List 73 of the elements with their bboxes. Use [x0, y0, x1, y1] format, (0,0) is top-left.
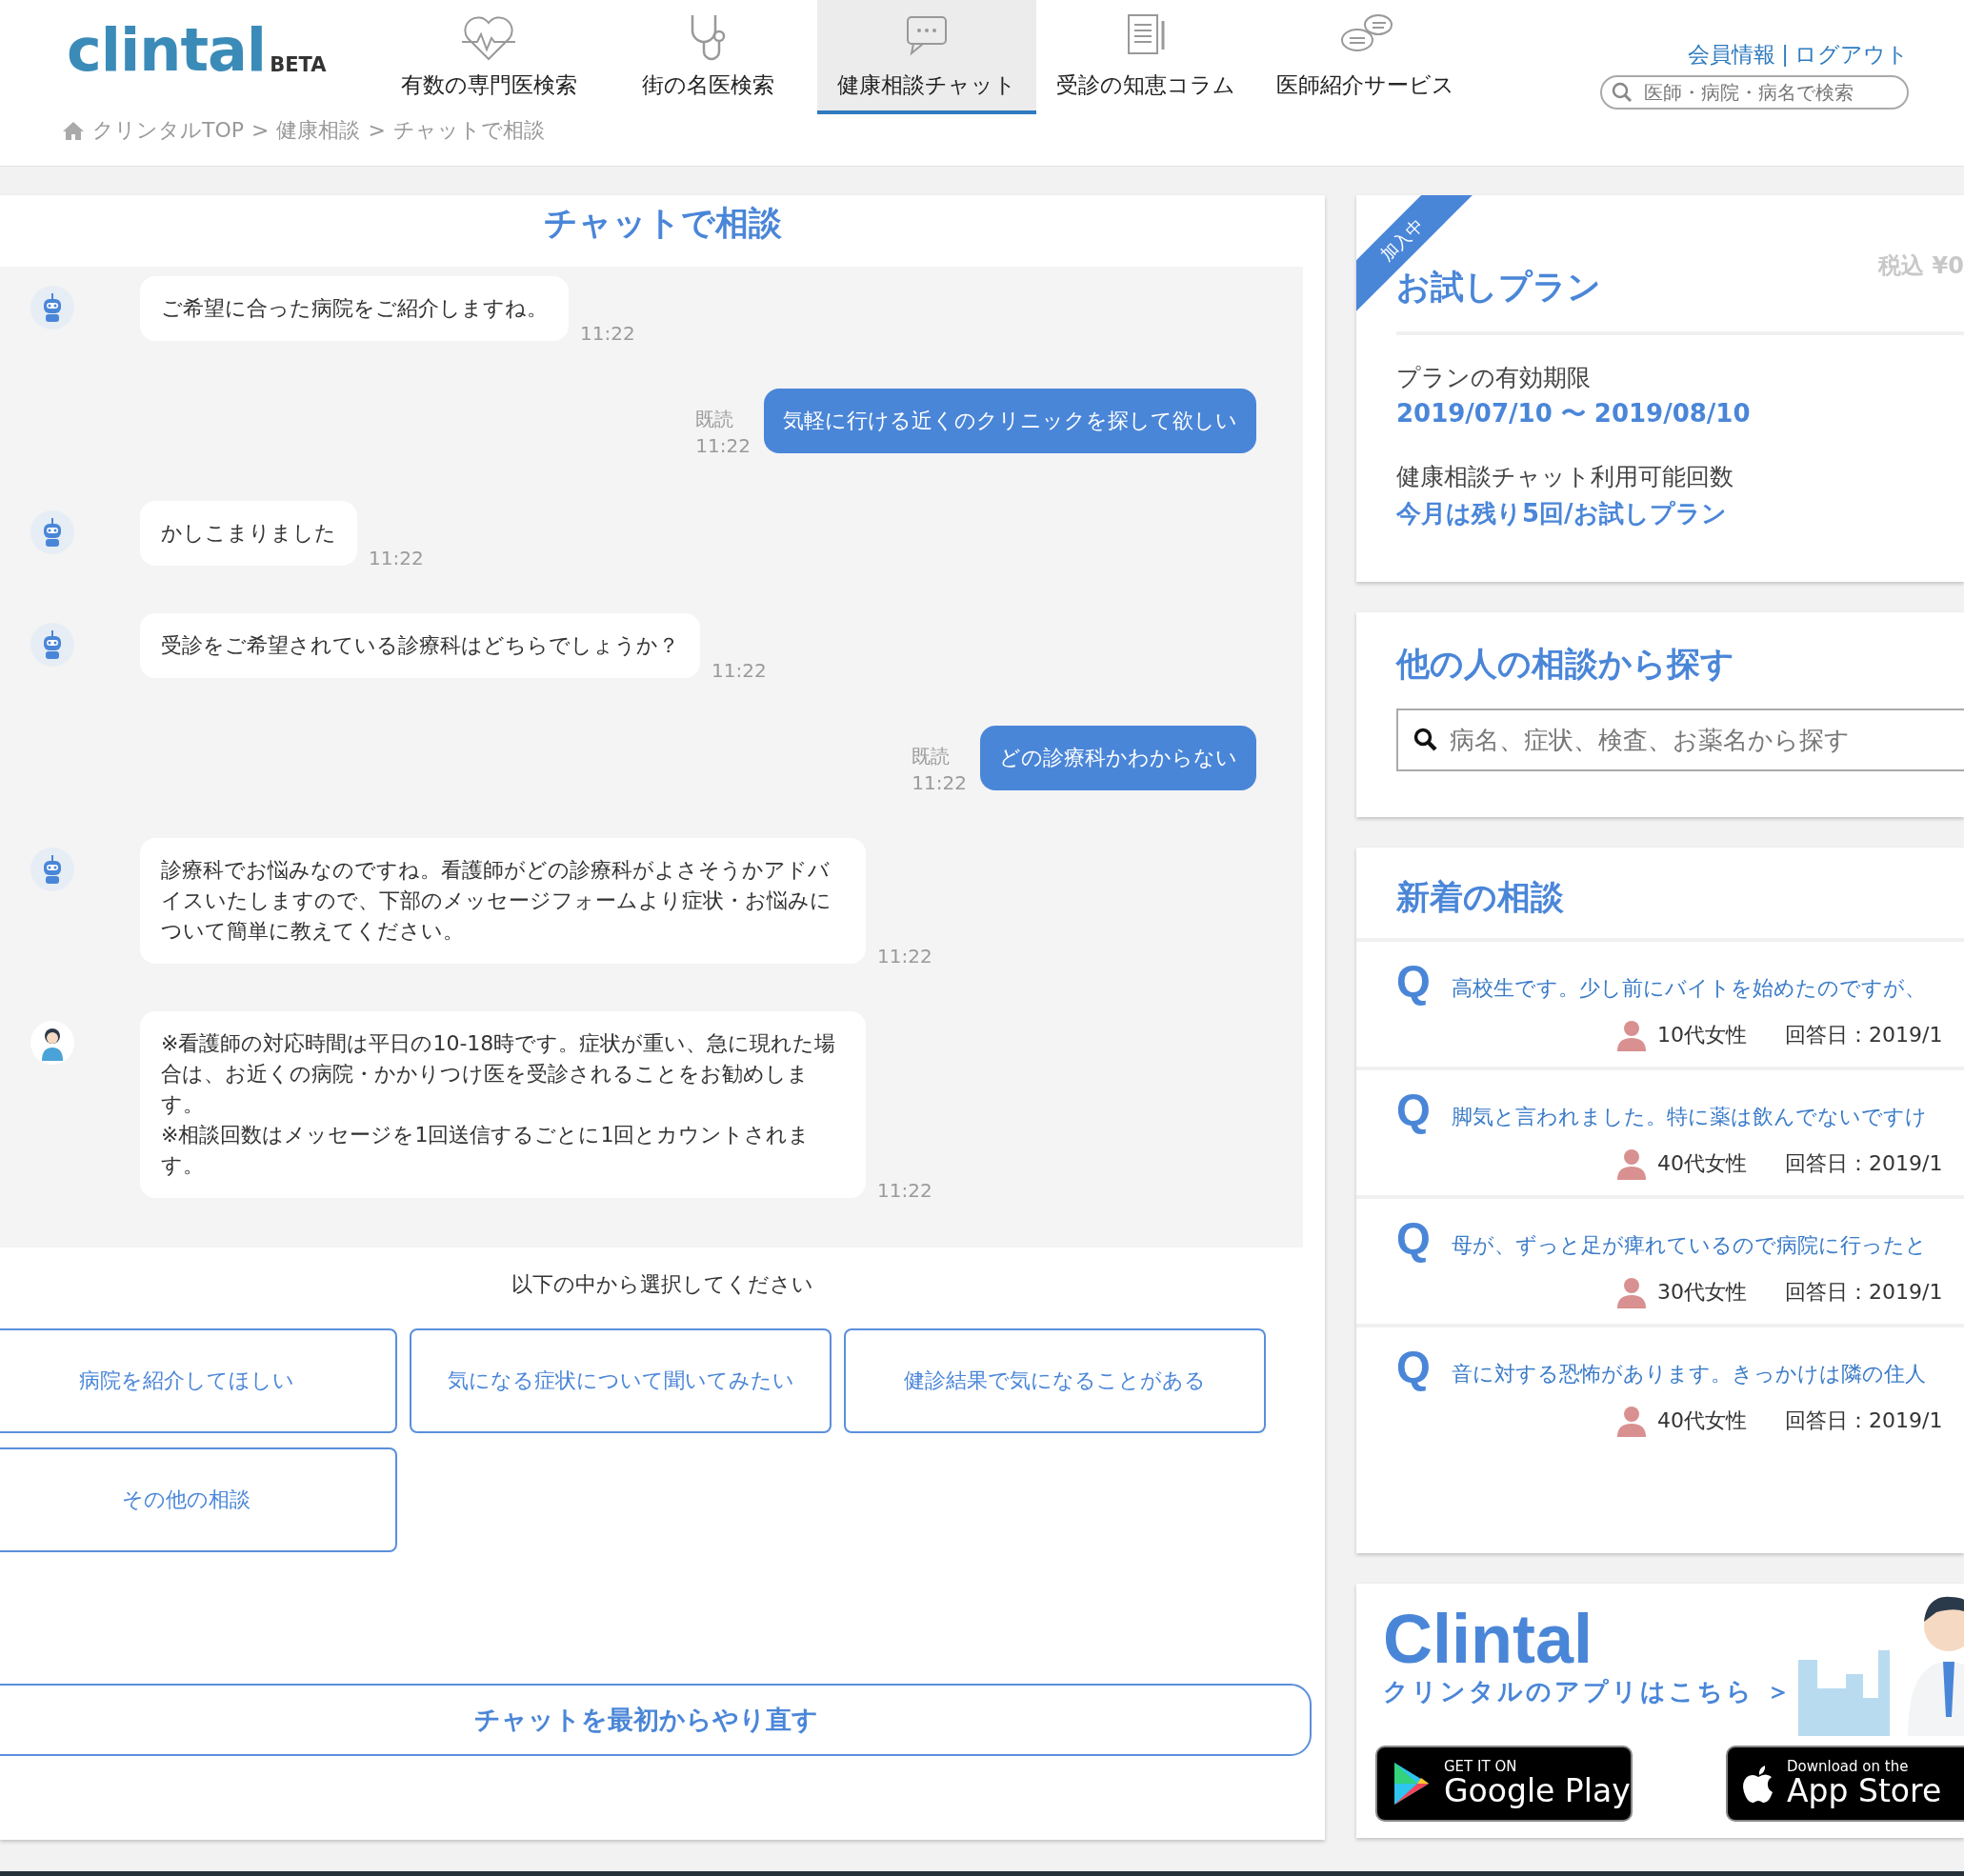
question-link[interactable]: 音に対する恐怖があります。きっかけは隣の住人	[1451, 1357, 1926, 1389]
question-link[interactable]: 高校生です。少し前にバイトを始めたのですが、	[1451, 971, 1926, 1004]
prompt-text: 以下の中から選択してください	[511, 1271, 814, 1298]
message-time: 11:22	[877, 1178, 932, 1204]
breadcrumb-separator: >	[251, 117, 270, 144]
breadcrumb-link[interactable]: 健康相談	[276, 114, 361, 146]
home-icon	[62, 119, 85, 141]
answer-date: 回答日：2019/1	[1785, 1407, 1943, 1434]
answer-date: 回答日：2019/1	[1785, 1279, 1943, 1306]
chat-title: チャットで相談	[542, 203, 783, 244]
search-icon	[1413, 727, 1438, 752]
store-badge[interactable]: GET IT ON Google Play	[1375, 1746, 1633, 1822]
author-label: 10代女性	[1657, 1022, 1747, 1048]
nurse-avatar-icon	[30, 1021, 74, 1065]
plan-label: プランの有効期限	[1396, 362, 1592, 393]
plan-value: 2019/07/10 〜 2019/08/10	[1396, 398, 1752, 429]
user-message: 気軽に行ける近くのクリニックを探して欲しい	[764, 389, 1256, 453]
message-time: 11:22	[369, 546, 424, 571]
user-message: どの診療科かわからない	[980, 726, 1256, 790]
logo[interactable]: clintal BETA	[67, 21, 327, 80]
apple-icon	[1741, 1764, 1775, 1804]
person-icon	[1615, 1275, 1648, 1308]
robot-avatar-icon	[30, 510, 74, 554]
nav-tab[interactable]: 医師紹介サービス	[1255, 0, 1474, 114]
message-time: 11:22	[877, 944, 932, 969]
account-link[interactable]: ログアウト	[1794, 38, 1909, 71]
question-link[interactable]: 脚気と言われました。特に薬は飲んでないですけ	[1451, 1100, 1927, 1132]
read-receipt: 既読 11:22	[695, 407, 751, 459]
app-logo: Clintal	[1383, 1605, 1593, 1673]
bot-message: 受診をご希望されている診療科はどちらでしょうか？	[140, 613, 700, 678]
robot-avatar-icon	[30, 623, 74, 667]
nav-tab[interactable]: 有数の専門医検索	[379, 0, 598, 114]
option-button[interactable]: 気になる症状について聞いてみたい	[410, 1328, 832, 1433]
option-button[interactable]: 健診結果で気になることがある	[844, 1328, 1266, 1433]
breadcrumb-link[interactable]: クリンタルTOP	[92, 114, 245, 146]
option-button[interactable]: 病院を紹介してほしい	[0, 1328, 397, 1433]
restart-button[interactable]: チャットを最初からやり直す	[0, 1684, 1312, 1756]
search-field[interactable]: 医師・病院・病名で検索	[1600, 74, 1909, 110]
bot-message: ※看護師の対応時間は平日の10-18時です。症状が重い、急に現れた場合は、お近くの病院・かかりつけ医を受診されることをお勧めします。 ※相談回数はメッセージを1回送信するごとに1回とカウントされます。	[140, 1011, 866, 1198]
plan-title: お試しプラン	[1396, 267, 1601, 308]
nav-tab[interactable]: 受診の知恵コラム	[1036, 0, 1255, 114]
store-badge[interactable]: Download on the App Store	[1726, 1746, 1964, 1822]
search-icon	[1612, 81, 1633, 103]
breadcrumb-separator: >	[368, 117, 386, 144]
person-icon	[1615, 1018, 1648, 1051]
bot-message: ご希望に合った病院をご紹介しますね。	[140, 276, 569, 341]
robot-avatar-icon	[30, 286, 74, 329]
bot-message: 診療科でお悩みなのですね。看護師がどの診療科がよさそうかアドバイスいたしますので、下部のメッセージフォームより症状・お悩みについて簡単に教えてください。	[140, 838, 866, 964]
nav-tab[interactable]: 健康相談チャット	[817, 0, 1036, 114]
breadcrumb-link[interactable]: チャットで相談	[392, 114, 545, 146]
account-link[interactable]: 会員情報	[1688, 38, 1776, 71]
read-receipt: 既読 11:22	[912, 744, 967, 796]
person-icon	[1615, 1404, 1648, 1437]
plan-value: 今月は残り5回/お試しプラン	[1396, 497, 1728, 529]
question-link[interactable]: 母が、ずっと足が痺れているので病院に行ったと	[1451, 1228, 1927, 1261]
plan-label: 健康相談チャット利用可能回数	[1396, 462, 1734, 492]
author-label: 40代女性	[1657, 1407, 1747, 1434]
robot-avatar-icon	[30, 848, 74, 891]
link-separator: |	[1781, 41, 1789, 69]
search-field[interactable]: 病名、症状、検査、お薬名から探す	[1396, 708, 1964, 771]
message-time: 11:22	[580, 321, 635, 347]
section-title: 新着の相談	[1395, 877, 1565, 918]
option-button[interactable]: その他の相談	[0, 1447, 397, 1552]
answer-date: 回答日：2019/1	[1785, 1022, 1943, 1048]
author-label: 40代女性	[1657, 1150, 1747, 1177]
person-icon	[1615, 1147, 1648, 1180]
nav-tab[interactable]: 街の名医検索	[598, 0, 817, 114]
app-link[interactable]: クリンタルのアプリはこちら ＞	[1383, 1673, 1794, 1710]
author-label: 30代女性	[1657, 1279, 1747, 1306]
message-time: 11:22	[711, 658, 767, 684]
section-title: 他の人の相談から探す	[1394, 644, 1735, 685]
answer-date: 回答日：2019/1	[1785, 1150, 1943, 1177]
bot-message: かしこまりました	[140, 501, 357, 566]
